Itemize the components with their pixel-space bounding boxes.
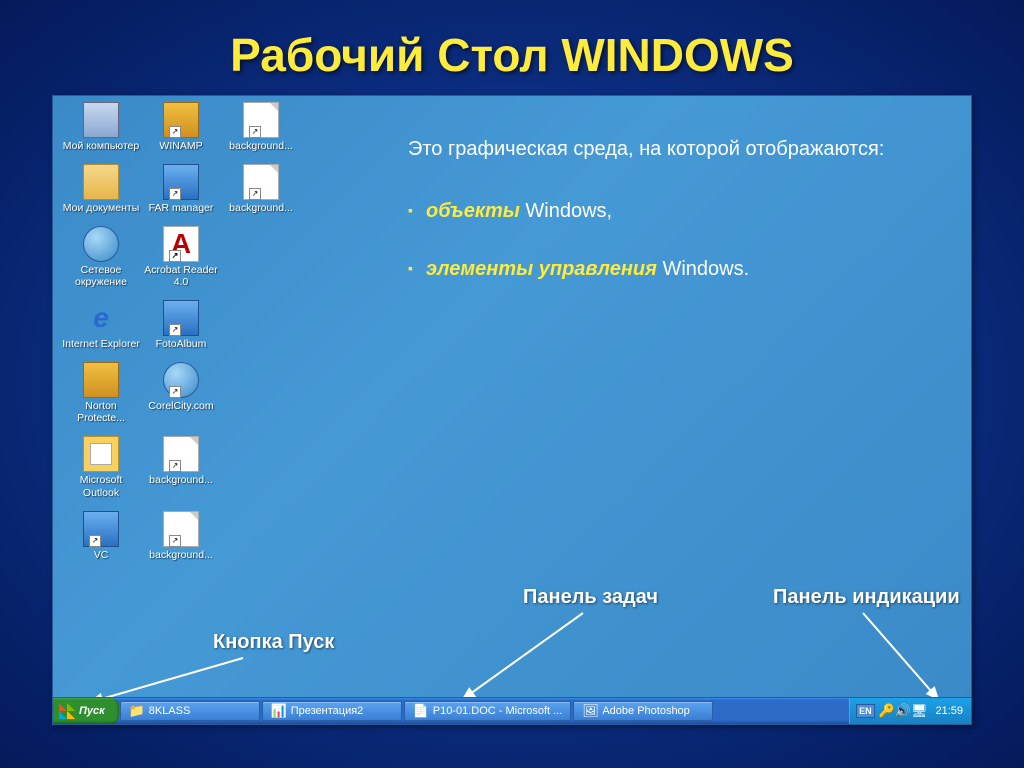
tray-icon-1[interactable]: 🔊 <box>895 703 911 718</box>
arrow-taskbar <box>453 611 633 711</box>
blue-icon <box>163 164 199 200</box>
taskbar-item-8klass[interactable]: 📁 8KLASS <box>120 701 260 721</box>
language-indicator[interactable]: EN <box>856 704 875 718</box>
intro-text: Это графическая среда, на которой отобра… <box>408 134 928 164</box>
desktop-icon-label: VC <box>94 547 109 561</box>
app-icon: 🖼 <box>582 703 598 719</box>
desktop-icon-label: FAR manager <box>149 200 214 214</box>
desktop-icon-network[interactable]: Сетевое окружение <box>61 226 141 288</box>
annotation-taskbar: Панель задач <box>523 586 658 609</box>
taskbar-item-label: Презентация2 <box>291 705 364 717</box>
desktop-icon-label: Мои документы <box>63 200 140 214</box>
taskbar-item-label: 8KLASS <box>149 705 191 717</box>
desktop-icon-far-manager[interactable]: FAR manager <box>141 164 221 214</box>
annotation-start-button: Кнопка Пуск <box>213 631 334 654</box>
taskbar-item-label: Adobe Photoshop <box>602 705 689 717</box>
system-tray[interactable]: EN 🔑🔊🖥 21:59 <box>849 698 971 724</box>
computer-icon <box>83 102 119 138</box>
page-icon <box>163 511 199 547</box>
desktop-icon-label: background... <box>229 200 293 214</box>
outlook-icon <box>83 436 119 472</box>
desktop-icon-ie[interactable]: eInternet Explorer <box>61 300 141 350</box>
app-icon <box>163 102 199 138</box>
desktop-icon-fotoalbum[interactable]: FotoAlbum <box>141 300 221 350</box>
app-icon: 📄 <box>413 703 429 719</box>
desktop-icon-label: Сетевое окружение <box>62 262 140 288</box>
taskbar-item-p10doc[interactable]: 📄 P10-01.DOC - Microsoft ... <box>404 701 572 721</box>
desktop-icon-grid: Мой компьютер WINAMP background... Мои доку… <box>61 102 391 573</box>
desktop-icon-corelcity[interactable]: CorelCity.com <box>141 362 221 424</box>
windows-logo-icon <box>59 703 75 719</box>
app-icon <box>83 362 119 398</box>
desktop-icon-background3[interactable]: background... <box>141 436 221 498</box>
app-icon: 📊 <box>271 703 287 719</box>
taskbar: Пуск 📁 8KLASS 📊 Презентация2 📄 P10-01.DOC - M… <box>53 697 971 724</box>
page-icon <box>163 436 199 472</box>
arrow-systray <box>843 611 983 711</box>
desktop-icon-winamp[interactable]: WINAMP <box>141 102 221 152</box>
desktop-icon-background4[interactable]: background... <box>141 511 221 561</box>
desktop-icon-label: FotoAlbum <box>156 336 207 350</box>
clock: 21:59 <box>935 705 963 717</box>
page-icon <box>243 164 279 200</box>
slide-title: Рабочий Стол WINDOWS <box>0 0 1024 82</box>
desktop-icon-label: CorelCity.com <box>148 398 213 412</box>
desktop-icon-label: background... <box>229 138 293 152</box>
bullet-1: объекты Windows, <box>408 196 928 226</box>
desktop-icon-background2[interactable]: background... <box>221 164 301 214</box>
folder-icon <box>83 164 119 200</box>
bullet-1-em: объекты <box>426 200 520 222</box>
bullet-1-rest: Windows, <box>520 200 612 222</box>
app-icon: 📁 <box>129 703 145 719</box>
desktop-icon-background1[interactable]: background... <box>221 102 301 152</box>
bullet-2: элементы управления Windows. <box>408 254 928 284</box>
desktop-icon-label: WINAMP <box>159 138 202 152</box>
desktop-icon-label: Norton Protecte... <box>62 398 140 424</box>
bullet-2-em: элементы управления <box>426 258 657 280</box>
blue-icon <box>83 511 119 547</box>
desktop-icon-outlook[interactable]: Microsoft Outlook <box>61 436 141 498</box>
slide-description: Это графическая среда, на которой отобра… <box>408 134 928 312</box>
globe-icon <box>83 226 119 262</box>
page-icon <box>243 102 279 138</box>
ie-icon: e <box>83 300 119 336</box>
globe-icon <box>163 362 199 398</box>
desktop-icon-vc[interactable]: VC <box>61 511 141 561</box>
desktop-icon-my-documents[interactable]: Мои документы <box>61 164 141 214</box>
taskbar-item-presentation2[interactable]: 📊 Презентация2 <box>262 701 402 721</box>
desktop-icon-label: background... <box>149 547 213 561</box>
taskbar-item-label: P10-01.DOC - Microsoft ... <box>433 705 563 717</box>
desktop-icon-acrobat[interactable]: AAcrobat Reader 4.0 <box>141 226 221 288</box>
pdf-icon: A <box>163 226 199 262</box>
taskbar-items: 📁 8KLASS 📊 Презентация2 📄 P10-01.DOC - Micros… <box>119 698 715 724</box>
desktop-icon-label: Microsoft Outlook <box>62 472 140 498</box>
start-button[interactable]: Пуск <box>53 698 119 724</box>
desktop-icon-norton[interactable]: Norton Protecte... <box>61 362 141 424</box>
desktop-icon-label: Internet Explorer <box>62 336 140 350</box>
blue-icon <box>163 300 199 336</box>
desktop-icon-label: background... <box>149 472 213 486</box>
bullet-2-rest: Windows. <box>657 258 749 280</box>
tray-icon-0[interactable]: 🔑 <box>879 703 895 718</box>
annotation-systray: Панель индикации <box>773 586 960 609</box>
desktop-icon-label: Мой компьютер <box>63 138 139 152</box>
desktop-icon-my-computer[interactable]: Мой компьютер <box>61 102 141 152</box>
desktop-icon-label: Acrobat Reader 4.0 <box>142 262 220 288</box>
start-button-label: Пуск <box>79 705 105 717</box>
desktop-screenshot: Мой компьютер WINAMP background... Мои доку… <box>52 95 972 725</box>
tray-icon-2[interactable]: 🖥 <box>911 703 928 718</box>
taskbar-item-photoshop[interactable]: 🖼 Adobe Photoshop <box>573 701 713 721</box>
